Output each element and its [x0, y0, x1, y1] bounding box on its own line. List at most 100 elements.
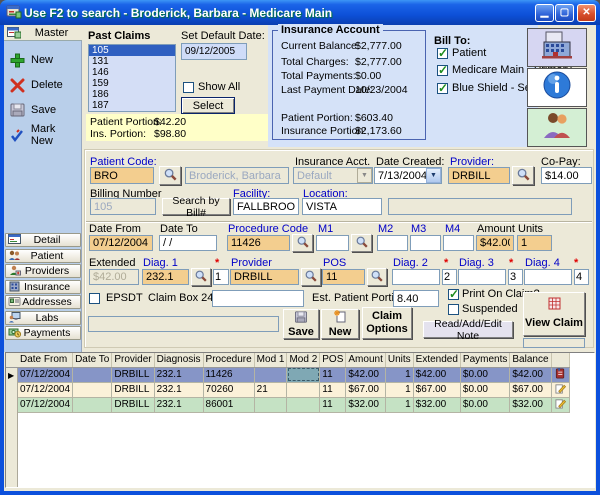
search-by-bill-button[interactable]: Search by Bill# — [162, 198, 230, 215]
m1-input[interactable] — [316, 235, 349, 251]
sidebar-item-providers[interactable]: Providers — [5, 264, 81, 278]
magnifier-icon — [370, 269, 384, 286]
row-note-icon[interactable] — [551, 367, 569, 382]
provider2-input[interactable] — [230, 269, 299, 285]
insurance-acct-dropdown[interactable]: Default▼ — [293, 167, 373, 184]
title-bar[interactable]: Use F2 to search - Broderick, Barbara - … — [0, 0, 600, 25]
diag4-pointer[interactable] — [574, 269, 589, 285]
col-header[interactable]: Procedure — [203, 353, 254, 367]
provider-input[interactable] — [448, 167, 510, 184]
sidebar-item-mark-new[interactable]: Mark New — [10, 127, 80, 143]
sidebar-item-payments[interactable]: Payments — [5, 326, 81, 340]
pos-search-button[interactable] — [367, 268, 387, 286]
past-claim-item[interactable]: 105 — [89, 45, 175, 56]
past-claim-item[interactable]: 159 — [89, 78, 175, 89]
col-header[interactable]: POS — [320, 353, 346, 367]
diag1-pointer[interactable] — [213, 269, 229, 285]
col-header[interactable]: Provider — [112, 353, 154, 367]
save-claim-button[interactable]: Save — [283, 309, 319, 339]
copay-input[interactable] — [541, 167, 592, 184]
past-claim-item[interactable]: 186 — [89, 89, 175, 100]
sidebar-master-header[interactable]: Master — [4, 25, 82, 41]
claim-box-input[interactable] — [212, 290, 304, 307]
procedure-search-button[interactable] — [292, 234, 313, 252]
select-button[interactable]: Select — [181, 97, 235, 114]
table-row[interactable]: 07/12/2004 DRBILL232.1 11426 11$42.00 1$… — [18, 367, 569, 382]
diag3-pointer[interactable] — [508, 269, 523, 285]
col-header[interactable]: Date From — [18, 353, 73, 367]
date-created-dropdown[interactable]: 7/13/2004▼ — [374, 167, 442, 184]
insurance-account-panel: Current Balance: $2,777.00 Total Charges… — [272, 30, 426, 140]
billto-patient-checkbox[interactable] — [437, 48, 448, 59]
col-header[interactable]: Date To — [73, 353, 112, 367]
col-header[interactable]: Extended — [413, 353, 460, 367]
sidebar-item-insurance[interactable]: Insurance — [5, 280, 81, 294]
sidebar-item-save[interactable]: Save — [10, 102, 80, 118]
claim-options-button[interactable]: Claim Options — [362, 307, 412, 339]
table-row[interactable]: 07/12/2004 DRBILL232.1 86001 11$32.00 1$… — [18, 397, 569, 412]
provider2-search-button[interactable] — [301, 268, 321, 286]
read-add-edit-note-button[interactable]: Read/Add/Edit Note — [423, 321, 513, 338]
patients-button[interactable] — [527, 108, 587, 147]
past-claim-item[interactable]: 187 — [89, 100, 175, 111]
diag2-input[interactable] — [392, 269, 440, 285]
suspended-checkbox[interactable] — [448, 304, 459, 315]
print-on-claim-checkbox[interactable] — [448, 289, 459, 300]
location-input[interactable] — [302, 198, 382, 215]
patient-code-input[interactable] — [90, 167, 154, 184]
pos-input[interactable] — [322, 269, 365, 285]
row-edit-icon[interactable] — [551, 382, 569, 397]
col-header[interactable]: Balance — [510, 353, 551, 367]
new-claim-button[interactable]: New — [321, 309, 359, 339]
minimize-button[interactable]: ▁ — [535, 4, 554, 22]
col-header[interactable]: Payments — [460, 353, 509, 367]
patient-code-search-button[interactable] — [159, 166, 181, 185]
sidebar-item-patient[interactable]: Patient — [5, 249, 81, 263]
amount-input[interactable] — [476, 235, 514, 251]
units-input[interactable] — [517, 235, 552, 251]
diag4-input[interactable] — [524, 269, 572, 285]
view-claim-button[interactable]: View Claim — [523, 292, 585, 336]
chevron-down-icon: ▼ — [357, 168, 372, 183]
diag3-input[interactable] — [458, 269, 506, 285]
billto-blueshield-checkbox[interactable] — [437, 83, 448, 94]
sidebar-item-detail[interactable]: Detail — [5, 233, 81, 247]
date-to-input[interactable] — [159, 235, 217, 251]
diag2-pointer[interactable] — [442, 269, 457, 285]
past-claim-item[interactable]: 146 — [89, 67, 175, 78]
m2-input[interactable] — [377, 235, 408, 251]
charges-grid[interactable]: ▶ Date From Date To Provider Diagnosis P… — [5, 352, 595, 488]
billto-medicare-checkbox[interactable] — [437, 65, 448, 76]
col-header[interactable]: Mod 2 — [287, 353, 320, 367]
m3-input[interactable] — [410, 235, 441, 251]
past-claims-list[interactable]: 105 131 146 159 186 187 — [88, 44, 176, 112]
maximize-button[interactable]: ▢ — [555, 4, 574, 22]
m1-search-button[interactable] — [351, 234, 372, 252]
sidebar-item-addresses[interactable]: Addresses — [5, 295, 81, 309]
procedure-code-input[interactable] — [227, 235, 290, 251]
info-button[interactable] — [527, 68, 587, 107]
col-header[interactable]: Mod 1 — [254, 353, 287, 367]
set-default-date-input[interactable] — [181, 43, 247, 60]
provider-search-button[interactable] — [512, 166, 534, 185]
date-from-input[interactable] — [89, 235, 153, 251]
col-header[interactable]: Amount — [346, 353, 385, 367]
close-button[interactable]: ✕ — [577, 4, 596, 22]
facility-input[interactable] — [233, 198, 299, 215]
table-row[interactable]: 07/12/2004 DRBILL232.1 7026021 11$67.00 … — [18, 382, 569, 397]
facility-button[interactable] — [527, 28, 587, 67]
row-edit-icon[interactable] — [551, 397, 569, 412]
sidebar-item-delete[interactable]: Delete — [10, 77, 80, 93]
epsdt-checkbox[interactable] — [89, 293, 100, 304]
diag1-input[interactable] — [142, 269, 189, 285]
past-claim-item[interactable]: 131 — [89, 56, 175, 67]
m4-input[interactable] — [443, 235, 474, 251]
col-header[interactable]: Units — [385, 353, 413, 367]
show-all-checkbox[interactable] — [183, 82, 194, 93]
col-header[interactable]: Diagnosis — [154, 353, 203, 367]
grid-table[interactable]: Date From Date To Provider Diagnosis Pro… — [18, 353, 570, 413]
sidebar-item-labs[interactable]: Labs — [5, 311, 81, 325]
diag1-search-button[interactable] — [191, 268, 211, 286]
sidebar-item-new[interactable]: New — [10, 52, 80, 68]
est-patient-portion-input[interactable] — [393, 290, 439, 307]
